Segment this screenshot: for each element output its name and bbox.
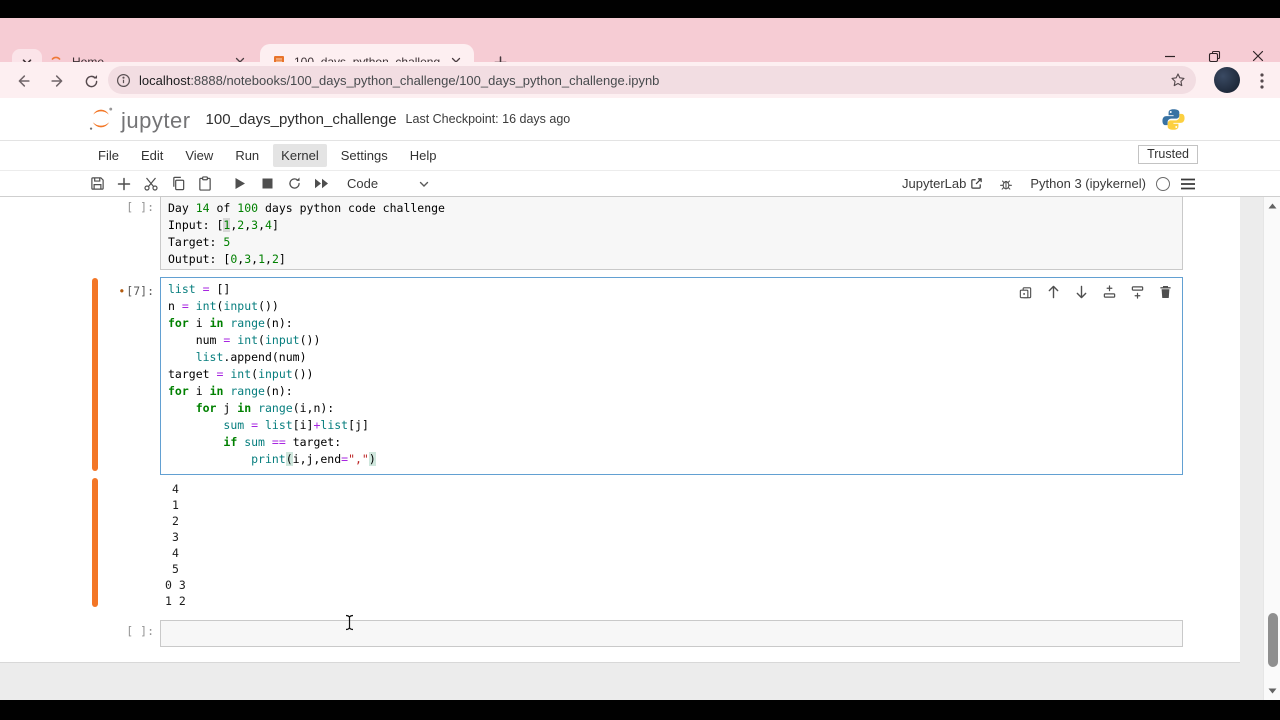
cell-toolbar	[1013, 282, 1178, 302]
menu-edit[interactable]: Edit	[133, 144, 171, 167]
cell-prompt: [ ]:	[126, 200, 154, 214]
code-editor[interactable]: list = [] n = int(input()) for i in range(…	[161, 278, 1182, 471]
code-cell-1[interactable]: Day 14 of 100 days python code challenge…	[160, 196, 1183, 270]
code-cell-2[interactable]: list = [] n = int(input()) for i in range(…	[160, 277, 1183, 475]
notebook-page: [ ]: Day 14 of 100 days python code chal…	[0, 196, 1240, 663]
save-button[interactable]	[84, 173, 110, 195]
jupyter-header: jupyter 100_days_python_challenge Last C…	[0, 98, 1280, 141]
notebook-title[interactable]: 100_days_python_challenge	[206, 111, 397, 128]
menu-help[interactable]: Help	[402, 144, 445, 167]
menu-settings[interactable]: Settings	[333, 144, 396, 167]
address-bar[interactable]: localhost:8888/notebooks/100_days_python…	[108, 66, 1196, 94]
scroll-down-icon[interactable]	[1264, 684, 1280, 698]
forward-button[interactable]	[45, 68, 71, 94]
input-collapser[interactable]	[92, 278, 98, 471]
duplicate-cell-icon[interactable]	[1016, 283, 1035, 301]
code-cell-3[interactable]	[160, 620, 1183, 647]
cell-outputs: 4123450 31 2	[165, 482, 186, 608]
url-host: localhost	[139, 72, 191, 88]
vertical-scrollbar[interactable]	[1263, 197, 1280, 700]
cut-cells-button[interactable]	[138, 173, 164, 195]
jupyter-logo[interactable]: jupyter	[86, 104, 191, 134]
external-link-icon	[970, 177, 983, 190]
scroll-up-icon[interactable]	[1264, 199, 1280, 213]
jupyter-logo-text: jupyter	[121, 108, 191, 133]
code-editor[interactable]	[161, 621, 1182, 627]
jupyter-logo-icon	[86, 104, 116, 134]
open-in-jupyterlab-link[interactable]: JupyterLab	[902, 176, 983, 191]
profile-avatar[interactable]	[1214, 67, 1240, 93]
browser-toolbar: localhost:8888/notebooks/100_days_python…	[0, 62, 1280, 98]
notebook-area: [ ]: Day 14 of 100 days python code chal…	[0, 196, 1280, 700]
menu-run[interactable]: Run	[227, 144, 267, 167]
jupyterlab-label: JupyterLab	[902, 176, 967, 191]
back-button[interactable]	[10, 68, 36, 94]
bookmark-star-icon[interactable]	[1170, 72, 1186, 88]
trusted-badge[interactable]: Trusted	[1138, 145, 1198, 164]
insert-cell-below-icon[interactable]	[1128, 283, 1147, 301]
move-cell-up-icon[interactable]	[1044, 283, 1063, 301]
code-editor[interactable]: Day 14 of 100 days python code challenge…	[161, 197, 1182, 271]
checkpoint-text: Last Checkpoint: 16 days ago	[405, 112, 571, 126]
site-info-icon[interactable]	[116, 73, 131, 88]
url-path: :8888/notebooks/100_days_python_challeng…	[190, 72, 660, 88]
cell-prompt: •[7]:	[118, 284, 154, 298]
restart-run-all-button[interactable]	[308, 173, 334, 195]
notebook-toolbar: Code JupyterLab Python 3 (ipykernel)	[0, 171, 1280, 197]
screen: Home 100_days_python_challenge	[0, 0, 1280, 720]
copy-cells-button[interactable]	[165, 173, 191, 195]
insert-cell-above-icon[interactable]	[1100, 283, 1119, 301]
restart-kernel-button[interactable]	[281, 173, 307, 195]
modified-dot: •	[118, 284, 126, 298]
move-cell-down-icon[interactable]	[1072, 283, 1091, 301]
python-logo	[1161, 107, 1186, 132]
letterbox-top	[0, 0, 1280, 18]
url-text: localhost:8888/notebooks/100_days_python…	[139, 73, 1170, 88]
scrollbar-thumb[interactable]	[1267, 613, 1278, 667]
paste-cells-button[interactable]	[192, 173, 218, 195]
kernel-name[interactable]: Python 3 (ipykernel)	[1030, 176, 1146, 191]
menu-view[interactable]: View	[177, 144, 221, 167]
delete-cell-icon[interactable]	[1156, 283, 1175, 301]
chevron-down-icon[interactable]	[418, 178, 430, 190]
letterbox-bottom	[0, 700, 1280, 720]
run-cell-button[interactable]	[227, 173, 253, 195]
output-collapser[interactable]	[92, 478, 98, 607]
interrupt-kernel-button[interactable]	[254, 173, 280, 195]
menu-file[interactable]: File	[90, 144, 127, 167]
browser-menu-button[interactable]	[1250, 68, 1274, 94]
cell-prompt: [ ]:	[126, 624, 154, 638]
menu-kernel[interactable]: Kernel	[273, 144, 327, 167]
debugger-bug-icon[interactable]	[993, 173, 1019, 195]
kernel-status-icon	[1156, 176, 1170, 191]
insert-cell-button[interactable]	[111, 173, 137, 195]
browser-tab-strip: Home 100_days_python_challenge	[0, 18, 1280, 80]
reload-button[interactable]	[78, 68, 104, 94]
cell-type-dropdown[interactable]: Code	[347, 176, 378, 191]
toolbar-menu-icon[interactable]	[1180, 178, 1196, 190]
menu-bar: File Edit View Run Kernel Settings Help …	[0, 141, 1280, 171]
